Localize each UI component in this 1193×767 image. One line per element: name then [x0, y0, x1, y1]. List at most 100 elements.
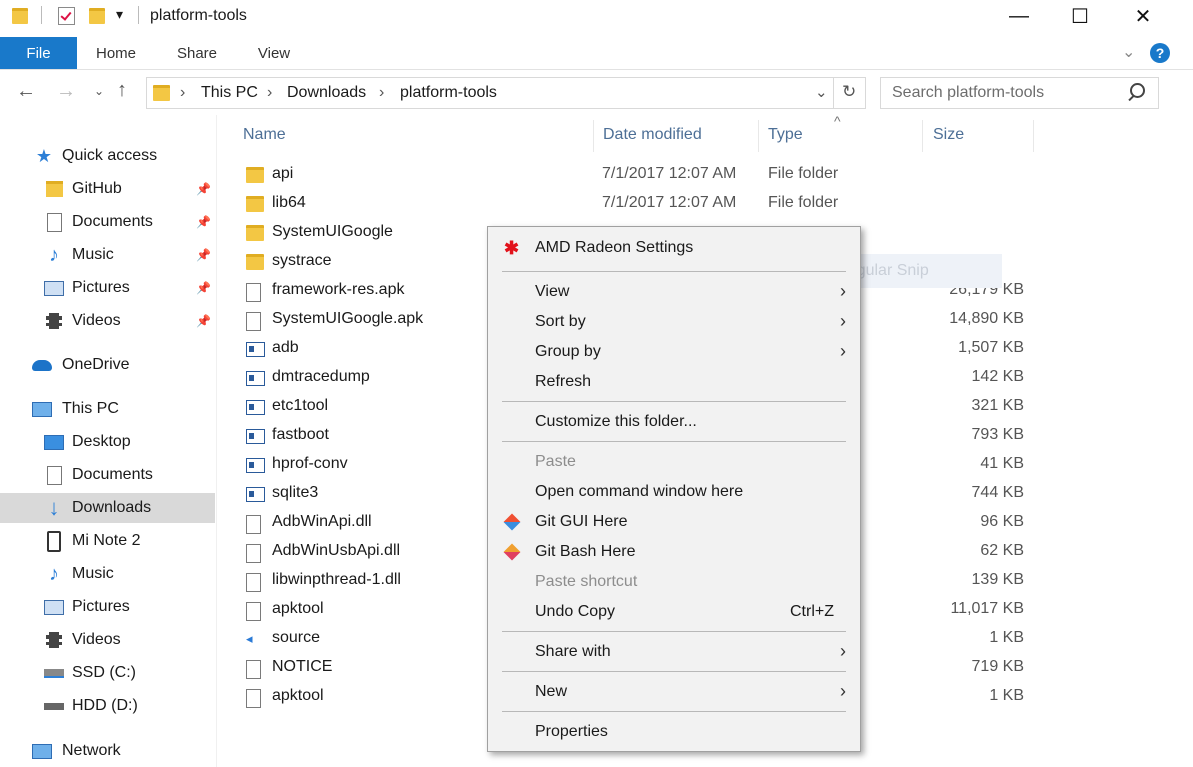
menu-item-view[interactable]: View ›: [488, 277, 860, 307]
drive-d-icon: [44, 702, 64, 710]
back-icon[interactable]: ←: [16, 80, 36, 103]
sidebar-item-desktop[interactable]: Desktop: [0, 427, 215, 457]
sidebar-item-videos[interactable]: Videos 📌: [0, 306, 215, 336]
breadcrumb-separator[interactable]: ›: [180, 84, 185, 102]
address-dropdown-icon[interactable]: ⌄: [815, 83, 828, 101]
file-name: adb: [272, 339, 299, 356]
tab-view[interactable]: View: [240, 37, 308, 69]
sidebar-item-github[interactable]: GitHub 📌: [0, 174, 215, 204]
sidebar-item-ssd-c[interactable]: SSD (C:): [0, 658, 215, 688]
sidebar-item-pictures[interactable]: Pictures 📌: [0, 273, 215, 303]
breadcrumb-platform-tools[interactable]: platform-tools: [400, 84, 497, 102]
column-header-size[interactable]: Size: [933, 126, 964, 144]
sidebar-item-label: Music: [72, 246, 114, 263]
menu-item-label: Paste shortcut: [535, 573, 638, 590]
sidebar-item-label: Pictures: [72, 598, 130, 615]
menu-item-undo-copy[interactable]: Undo Copy Ctrl+Z: [488, 597, 860, 627]
file-name: hprof-conv: [272, 455, 348, 472]
file-size: 1 KB: [989, 687, 1024, 704]
sidebar-item-pictures[interactable]: Pictures: [0, 592, 215, 622]
document-icon: [246, 312, 261, 331]
pin-icon[interactable]: 📌: [196, 281, 211, 295]
properties-icon[interactable]: [58, 7, 75, 25]
sidebar-item-music[interactable]: ♪ Music 📌: [0, 240, 215, 270]
help-icon[interactable]: ?: [1150, 43, 1170, 63]
search-icon-handle: [1128, 94, 1135, 102]
file-row[interactable]: lib64 7/1/2017 12:07 AM File folder: [240, 190, 1040, 219]
address-bar[interactable]: › This PC › Downloads › platform-tools ⌄…: [146, 77, 866, 109]
refresh-icon[interactable]: ↻: [842, 82, 856, 102]
column-header-type[interactable]: Type: [768, 126, 803, 144]
pin-icon[interactable]: 📌: [196, 215, 211, 229]
column-divider[interactable]: [1033, 120, 1034, 152]
file-name: fastboot: [272, 426, 329, 443]
up-icon[interactable]: ↑: [117, 79, 127, 102]
close-button[interactable]: ✕: [1120, 0, 1166, 32]
sort-ascending-icon: ^: [834, 113, 841, 129]
divider: [833, 78, 834, 108]
sidebar-item-hdd-d[interactable]: HDD (D:): [0, 691, 215, 721]
menu-item-refresh[interactable]: Refresh: [488, 367, 860, 397]
recent-locations-icon[interactable]: ⌄: [94, 84, 104, 98]
minimize-button[interactable]: —: [996, 0, 1042, 32]
customize-toolbar-icon[interactable]: ▾: [116, 6, 123, 23]
breadcrumb-separator[interactable]: ›: [267, 84, 272, 102]
ribbon-tabs: File Home Share View ⌄ ?: [0, 37, 1193, 70]
sidebar-item-label: HDD (D:): [72, 697, 138, 714]
application-icon: [246, 458, 265, 473]
breadcrumb-separator[interactable]: ›: [379, 84, 384, 102]
menu-item-git-gui-here[interactable]: Git GUI Here: [488, 507, 860, 537]
menu-item-properties[interactable]: Properties: [488, 717, 860, 747]
sidebar-item-music[interactable]: ♪ Music: [0, 559, 215, 589]
forward-icon[interactable]: →: [56, 80, 76, 103]
column-divider[interactable]: [758, 120, 759, 152]
application-icon: [246, 400, 265, 415]
pin-icon[interactable]: 📌: [196, 248, 211, 262]
file-size: 11,017 KB: [950, 600, 1024, 617]
column-header-date[interactable]: Date modified: [603, 126, 702, 144]
pin-icon[interactable]: 📌: [196, 182, 211, 196]
sidebar-item-documents[interactable]: Documents: [0, 460, 215, 490]
menu-item-group-by[interactable]: Group by ›: [488, 337, 860, 367]
sidebar-item-videos[interactable]: Videos: [0, 625, 215, 655]
menu-item-amd-radeon-settings[interactable]: ✱ AMD Radeon Settings: [488, 233, 860, 263]
tab-home[interactable]: Home: [80, 37, 152, 69]
column-divider[interactable]: [922, 120, 923, 152]
menu-item-customize-this-folder[interactable]: Customize this folder...: [488, 407, 860, 437]
sidebar-item-documents[interactable]: Documents 📌: [0, 207, 215, 237]
search-box[interactable]: Search platform-tools: [880, 77, 1159, 109]
sidebar-item-onedrive[interactable]: OneDrive: [0, 350, 215, 380]
pin-icon[interactable]: 📌: [196, 314, 211, 328]
sidebar-item-network[interactable]: Network: [0, 736, 215, 766]
document-icon: [246, 660, 261, 679]
menu-item-git-bash-here[interactable]: Git Bash Here: [488, 537, 860, 567]
menu-item-sort-by[interactable]: Sort by ›: [488, 307, 860, 337]
menu-separator: [502, 401, 846, 402]
search-input[interactable]: Search platform-tools: [892, 84, 1044, 102]
expand-ribbon-icon[interactable]: ⌄: [1122, 42, 1135, 62]
file-size: 142 KB: [971, 368, 1024, 385]
window-title: platform-tools: [150, 7, 247, 24]
menu-item-open-command-window-here[interactable]: Open command window here: [488, 477, 860, 507]
breadcrumb-downloads[interactable]: Downloads: [287, 84, 366, 102]
menu-item-label: Sort by: [535, 313, 586, 330]
tab-file[interactable]: File: [0, 37, 77, 69]
application-icon: [246, 429, 265, 444]
sidebar-item-mi-note-2[interactable]: Mi Note 2: [0, 526, 215, 556]
column-header-name[interactable]: Name: [243, 126, 286, 144]
sidebar-item-this-pc[interactable]: This PC: [0, 394, 215, 424]
sidebar-item-quick-access[interactable]: ★ Quick access: [0, 141, 215, 171]
file-row[interactable]: api 7/1/2017 12:07 AM File folder: [240, 161, 1040, 190]
file-name: apktool: [272, 687, 324, 704]
maximize-button[interactable]: ☐: [1057, 0, 1103, 32]
tab-share[interactable]: Share: [160, 37, 234, 69]
new-folder-icon[interactable]: [89, 8, 105, 24]
column-divider[interactable]: [593, 120, 594, 152]
menu-item-new[interactable]: New ›: [488, 677, 860, 707]
menu-item-paste-shortcut[interactable]: Paste shortcut: [488, 567, 860, 597]
sidebar-item-downloads[interactable]: ↓ Downloads: [0, 493, 215, 523]
menu-item-share-with[interactable]: Share with ›: [488, 637, 860, 667]
breadcrumb-this-pc[interactable]: This PC: [201, 84, 258, 102]
git-bash-icon: [503, 543, 521, 561]
menu-item-paste[interactable]: Paste: [488, 447, 860, 477]
